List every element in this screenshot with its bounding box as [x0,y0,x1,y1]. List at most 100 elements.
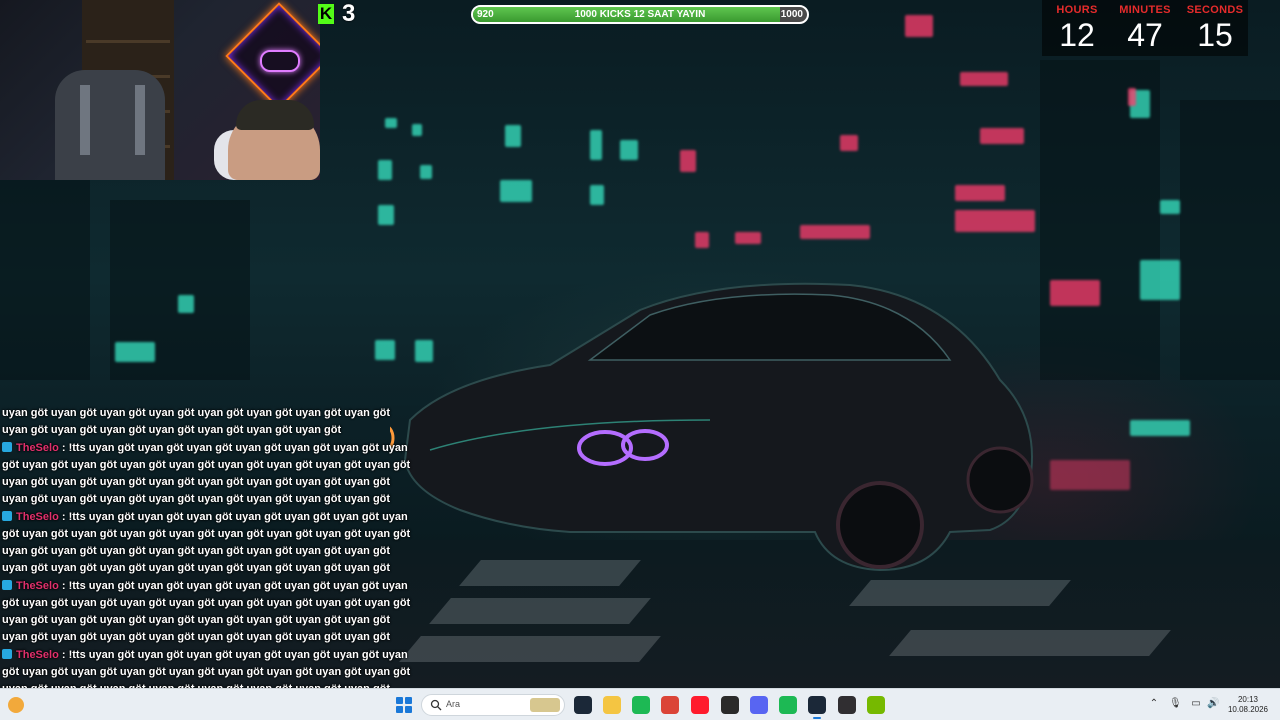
search-icon [430,699,442,711]
neon-light [620,140,638,160]
neon-light [500,180,532,202]
start-logo-tile [396,697,403,704]
obs-app-icon[interactable] [838,696,856,714]
goal-max-value: 1000 [780,9,803,20]
neon-light [960,72,1008,86]
neon-light [378,205,394,225]
spotify-alt-icon[interactable] [779,696,797,714]
streamer-hair [236,100,314,130]
steam-active-icon[interactable] [808,696,826,719]
minutes-value: 47 [1127,17,1163,53]
clock-time: 20:13 [1237,695,1259,704]
chat-message-text: : !tts uyan göt uyan göt uyan göt uyan g… [2,511,411,574]
seconds-label: SECONDS [1186,4,1244,16]
neon-light [735,232,761,244]
chat-username: TheSelo [16,442,59,454]
countdown-minutes: MINUTES 47 [1110,4,1180,52]
epic-games-icon[interactable] [721,696,739,714]
neon-light [412,124,422,136]
microphone-icon[interactable]: 🎙 [1169,698,1182,710]
chat-message-text: : !tts uyan göt uyan göt uyan göt uyan g… [2,442,411,505]
gaming-chair [55,70,165,180]
kick-badge-icon [2,442,12,452]
neon-light [1128,88,1136,106]
start-logo-tile [405,697,412,704]
kick-subscriber-counter: K 3 [318,0,356,27]
chat-message: TheSelo : !tts uyan göt uyan göt uyan gö… [2,440,412,508]
network-icon[interactable]: ▭ [1190,698,1202,710]
neon-reflection [1050,460,1130,490]
neon-light [1130,420,1190,436]
neon-light [1160,200,1180,214]
neon-light [590,185,604,205]
nvidia-app-icon[interactable] [867,696,885,714]
crosswalk-stripe [429,598,651,624]
neon-light [385,118,397,128]
file-explorer-icon[interactable] [603,696,621,714]
shelf-board [86,40,170,43]
neon-light [1140,260,1180,300]
hours-label: HOURS [1056,4,1098,16]
seconds-value: 15 [1197,17,1233,53]
building-silhouette [0,180,90,380]
neon-light [115,342,155,362]
car-illustration [390,282,1034,572]
neon-light [905,15,933,37]
taskbar-search-box[interactable]: Ara [421,694,565,716]
neon-light [178,295,194,313]
kicks-goal-progress-bar: 1000 KICKS 12 SAAT YAYIN 920 1000 [471,5,809,24]
kick-count: 3 [342,0,356,27]
clock-date: 10.08.2026 [1227,705,1269,714]
chair-stripe [135,85,145,155]
chat-message: TheSelo : !tts uyan göt uyan göt uyan gö… [2,578,412,646]
chat-overlay: uyan göt uyan göt uyan göt uyan göt uyan… [2,405,412,716]
kick-badge-icon [2,511,12,521]
volume-icon[interactable]: 🔊 [1207,698,1219,710]
chat-username: TheSelo [16,511,59,523]
chair-stripe [80,85,90,155]
chrome-app-icon[interactable] [661,696,679,714]
neon-light [800,225,870,239]
hours-value: 12 [1059,17,1095,53]
taskbar-clock[interactable]: 20:13 10.08.2026 [1226,695,1270,715]
neon-light [1050,280,1100,306]
neon-light [505,125,521,147]
discord-app-icon[interactable] [750,696,768,714]
start-logo-tile [405,706,412,713]
start-button[interactable] [396,697,412,713]
crosswalk-stripe [889,630,1171,656]
neon-light [680,150,696,172]
search-highlight-image [530,698,560,712]
building-silhouette [1180,100,1280,380]
start-logo-tile [396,706,403,713]
chat-username: TheSelo [16,580,59,592]
steam-app-icon[interactable] [574,696,592,714]
neon-light [695,232,709,248]
show-hidden-icons-chevron-icon[interactable]: ⌃ [1148,698,1160,710]
goal-label: 1000 KICKS 12 SAAT YAYIN [574,9,706,20]
kick-badge-icon [2,649,12,659]
chat-message-text: : !tts uyan göt uyan göt uyan göt uyan g… [2,580,411,643]
countdown-hours: HOURS 12 [1042,4,1112,52]
chat-message: TheSelo : !tts uyan göt uyan göt uyan gö… [2,509,412,577]
neon-light [420,165,432,179]
chat-message: uyan göt uyan göt uyan göt uyan göt uyan… [2,405,412,439]
weather-widget-icon[interactable] [8,697,24,713]
spotify-app-icon[interactable] [632,696,650,714]
neon-light [980,128,1024,144]
webcam-feed [0,0,320,180]
search-placeholder: Ara [446,699,461,709]
minutes-label: MINUTES [1119,4,1171,16]
neon-light [840,135,858,151]
neon-light [590,130,602,160]
kick-badge-icon [2,580,12,590]
goal-min-value: 920 [477,9,494,20]
neon-light [955,185,1005,201]
chat-message-text: uyan göt uyan göt uyan göt uyan göt uyan… [2,407,391,436]
neon-light [378,160,392,180]
crosswalk-stripe [399,636,661,662]
gamepad-icon [260,50,300,72]
kick-logo-icon: K [318,4,334,24]
countdown-seconds: SECONDS 15 [1180,4,1250,52]
opera-app-icon[interactable] [691,696,709,714]
